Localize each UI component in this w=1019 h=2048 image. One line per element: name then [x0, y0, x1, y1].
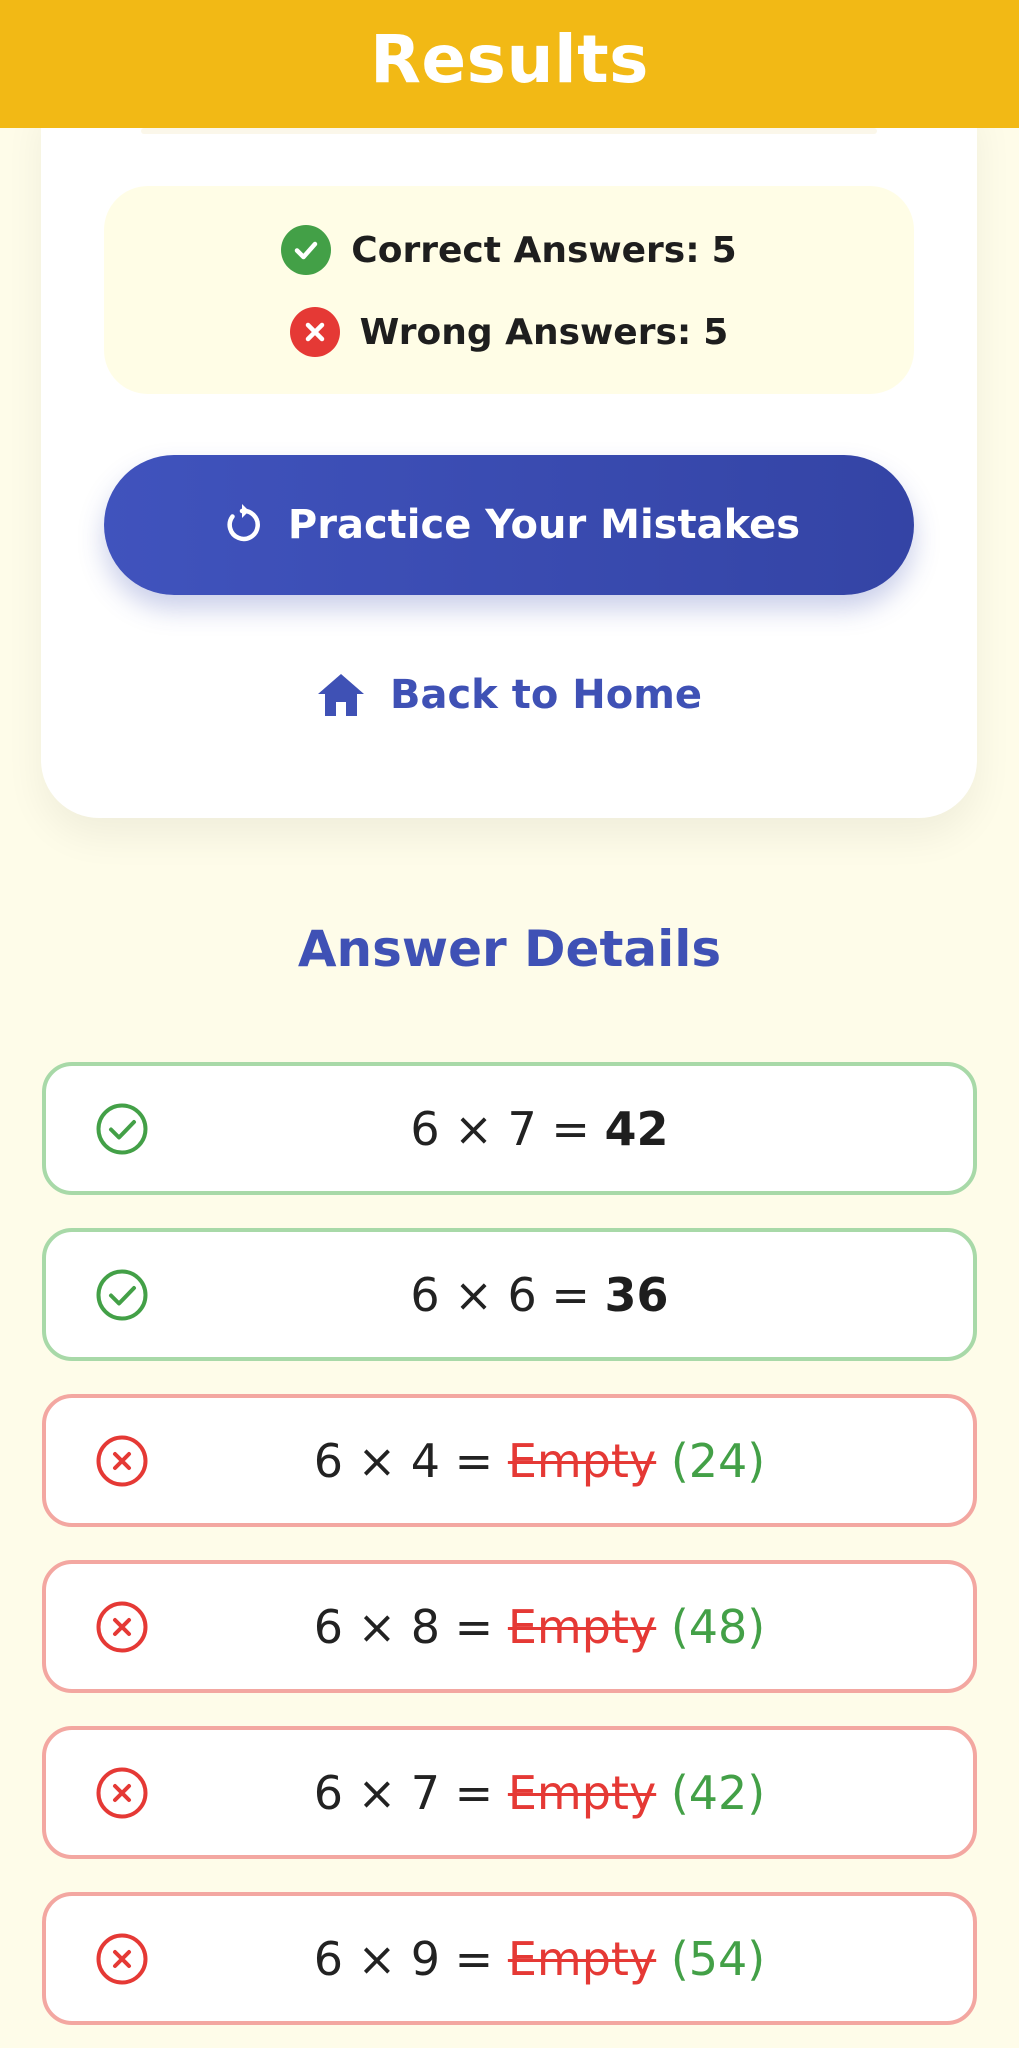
results-screen: Results Correct Answers: 5 Wrong Answers…	[0, 0, 1019, 2048]
answer-equation: 6 × 8 = Empty (48)	[46, 1600, 973, 1654]
given-answer: 42	[604, 1101, 669, 1156]
x-circle-outline-icon	[95, 1766, 149, 1820]
wrong-answers-count: 5	[703, 311, 729, 353]
given-answer: Empty	[507, 1433, 657, 1488]
refresh-icon	[218, 501, 266, 549]
answer-equation: 6 × 9 = Empty (54)	[46, 1932, 973, 1986]
answer-row-wrong: 6 × 8 = Empty (48)	[42, 1560, 977, 1693]
check-circle-outline-icon	[95, 1102, 149, 1156]
answer-row-wrong: 6 × 9 = Empty (54)	[42, 1892, 977, 2025]
answer-equation: 6 × 4 = Empty (24)	[46, 1434, 973, 1488]
correct-answers-row: Correct Answers: 5	[104, 222, 914, 278]
question-text: 6 × 7 =	[313, 1765, 494, 1820]
x-circle-outline-icon	[95, 1932, 149, 1986]
expected-answer: (54)	[670, 1931, 766, 1986]
answer-details-title: Answer Details	[297, 920, 722, 978]
check-circle-outline-icon	[95, 1268, 149, 1322]
correct-answers-count: 5	[711, 229, 737, 271]
x-circle-icon	[289, 307, 340, 357]
card-divider	[141, 128, 877, 134]
wrong-answers-row: Wrong Answers: 5	[104, 304, 914, 360]
question-text: 6 × 8 =	[313, 1599, 494, 1654]
question-text: 6 × 7 =	[410, 1101, 590, 1156]
given-answer: 36	[604, 1267, 669, 1322]
expected-answer: (42)	[670, 1765, 766, 1820]
given-answer: Empty	[507, 1765, 657, 1820]
check-circle-icon	[281, 225, 332, 275]
given-answer: Empty	[507, 1931, 657, 1986]
back-to-home-label: Back to Home	[389, 672, 702, 718]
practice-mistakes-button[interactable]: Practice Your Mistakes	[104, 455, 914, 595]
given-answer: Empty	[507, 1599, 657, 1654]
page-title: Results	[370, 20, 649, 98]
answer-row-wrong: 6 × 7 = Empty (42)	[42, 1726, 977, 1859]
answer-row-wrong: 6 × 4 = Empty (24)	[42, 1394, 977, 1527]
question-text: 6 × 4 =	[313, 1433, 494, 1488]
question-text: 6 × 9 =	[313, 1931, 494, 1986]
results-card: Correct Answers: 5 Wrong Answers: 5 Prac…	[41, 100, 977, 818]
answer-row-correct: 6 × 7 = 42	[42, 1062, 977, 1195]
answer-row-correct: 6 × 6 = 36	[42, 1228, 977, 1361]
home-icon	[316, 672, 366, 718]
wrong-answers-label: Wrong Answers:	[359, 311, 692, 353]
practice-mistakes-label: Practice Your Mistakes	[287, 502, 801, 548]
score-summary: Correct Answers: 5 Wrong Answers: 5	[104, 186, 914, 394]
back-to-home-link[interactable]: Back to Home	[104, 655, 914, 735]
correct-answers-label: Correct Answers:	[351, 229, 700, 271]
answer-equation: 6 × 6 = 36	[46, 1268, 973, 1322]
app-header: Results	[0, 0, 1019, 128]
expected-answer: (24)	[670, 1433, 766, 1488]
x-circle-outline-icon	[95, 1600, 149, 1654]
expected-answer: (48)	[670, 1599, 766, 1654]
answer-equation: 6 × 7 = Empty (42)	[46, 1766, 973, 1820]
answer-equation: 6 × 7 = 42	[46, 1102, 973, 1156]
x-circle-outline-icon	[95, 1434, 149, 1488]
question-text: 6 × 6 =	[410, 1267, 590, 1322]
